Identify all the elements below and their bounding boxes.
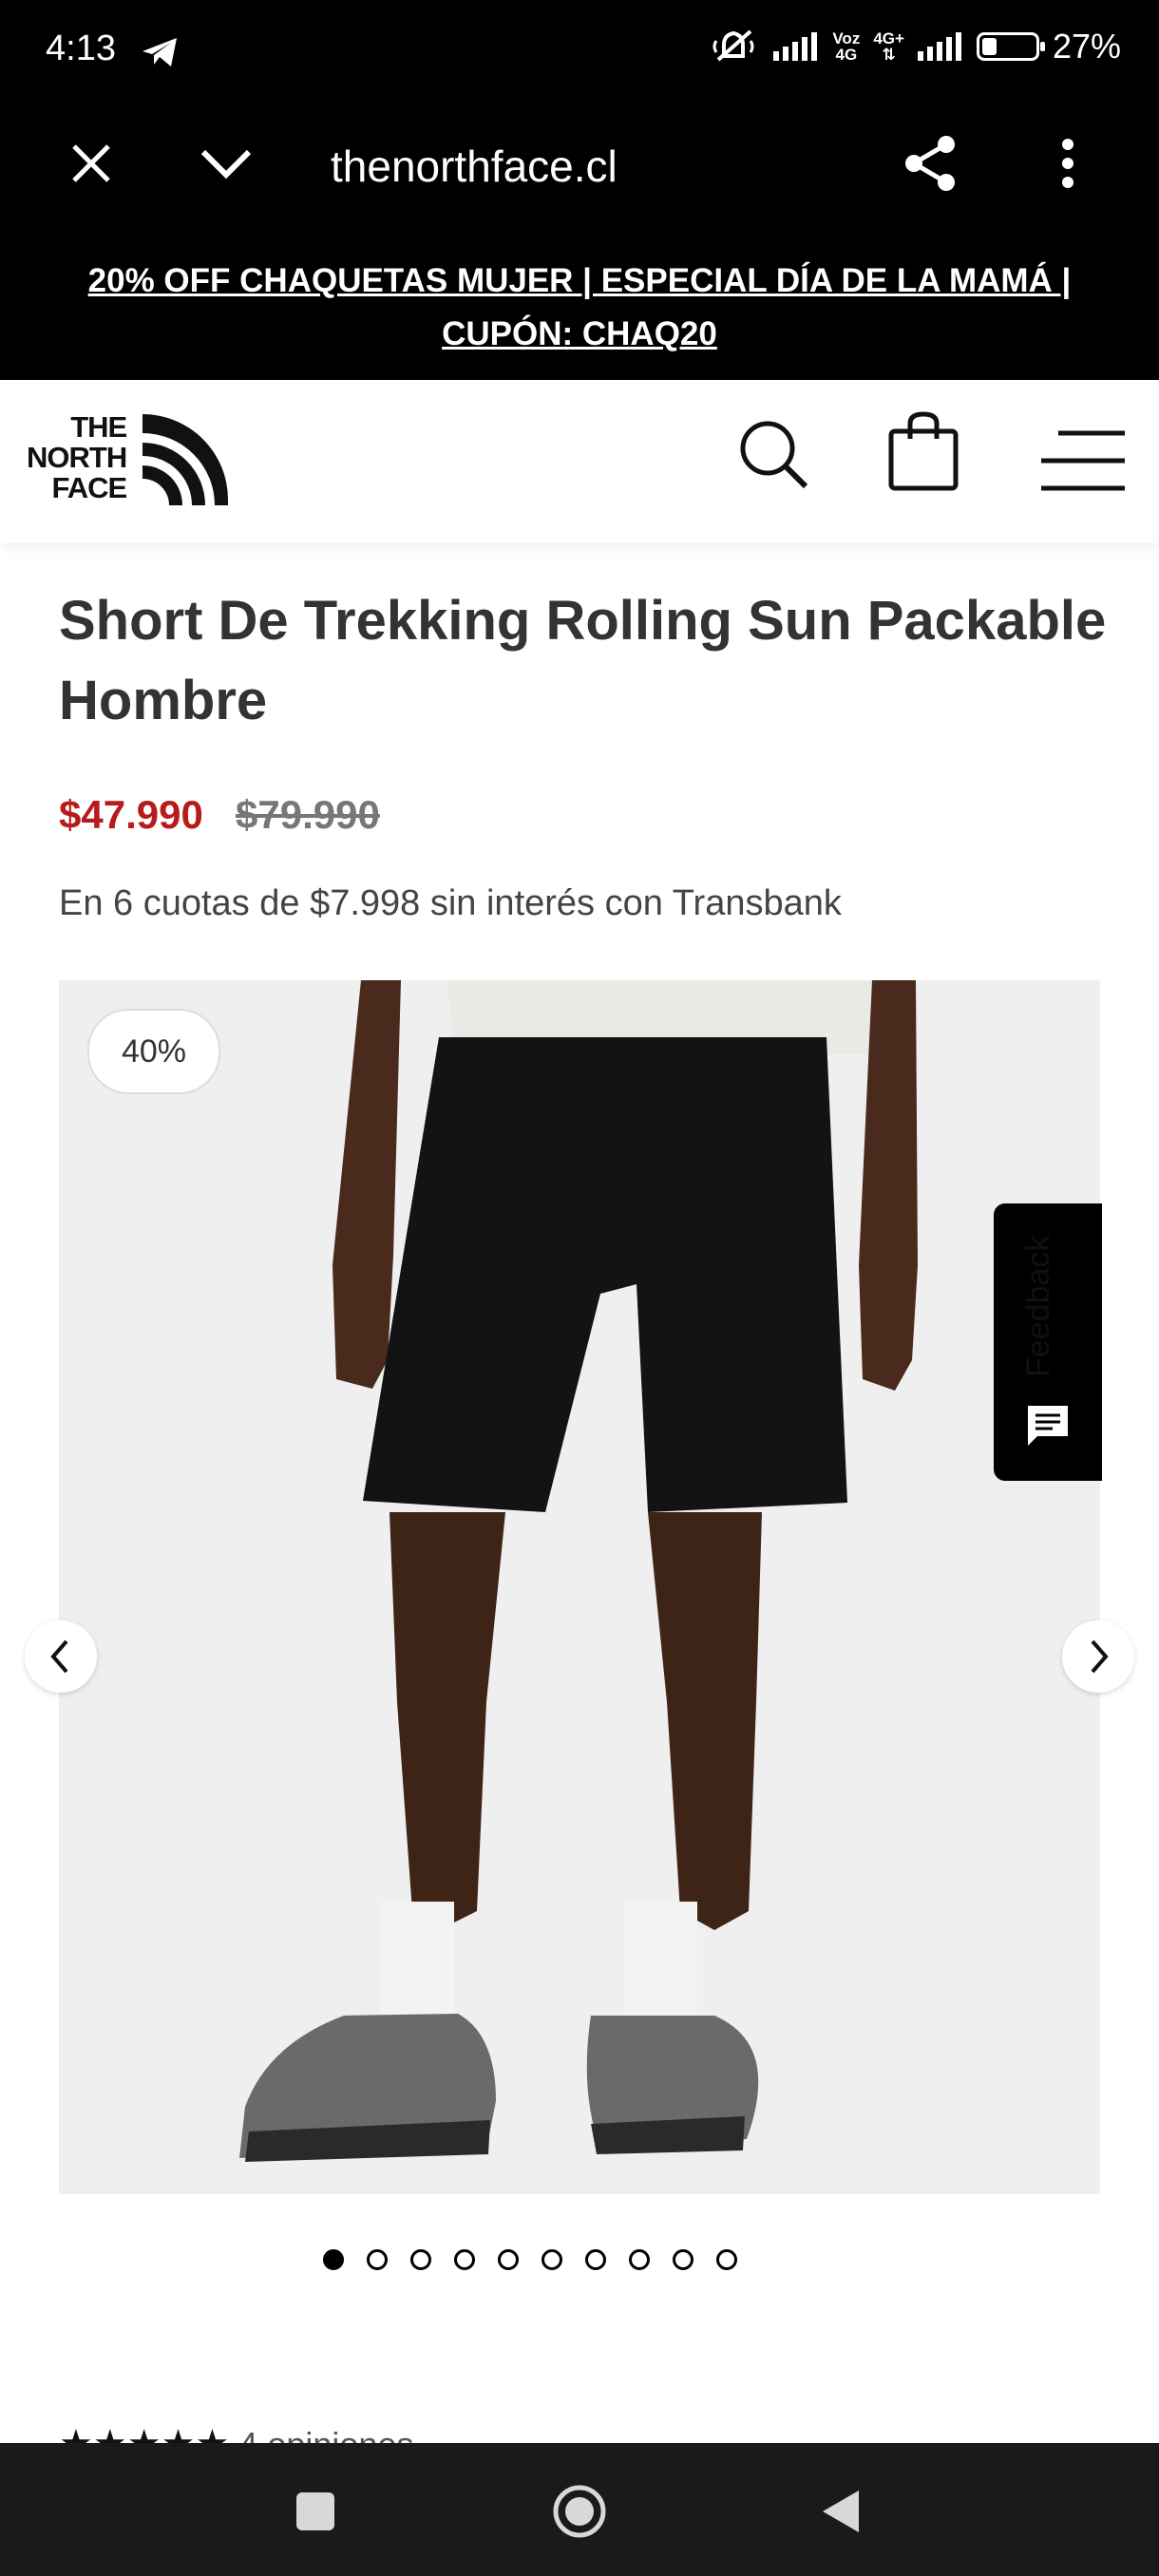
status-time: 4:13 (46, 28, 116, 68)
signal-icon-2 (917, 32, 961, 61)
pagination-dot[interactable] (585, 2249, 606, 2270)
discount-badge: 40% (87, 1009, 220, 1094)
status-icons: Voz 4G 4G+ ⇅ 27% (712, 27, 1121, 66)
pagination-dot[interactable] (629, 2249, 650, 2270)
chat-icon[interactable] (1026, 1404, 1070, 1448)
more-options-icon[interactable] (1056, 137, 1079, 190)
shopping-bag-icon[interactable] (887, 410, 960, 492)
rating-summary[interactable]: ★★★★★ 4 opiniones (59, 2422, 413, 2443)
brand-logo[interactable]: THE NORTH FACE (27, 412, 127, 503)
reviews-count: 4 opiniones (238, 2425, 413, 2443)
original-price: $79.990 (236, 792, 380, 837)
product-image[interactable] (59, 980, 1100, 2194)
gallery-prev-button[interactable] (25, 1620, 97, 1693)
product-photo-illustration (59, 980, 1100, 2194)
sale-price: $47.990 (59, 792, 203, 837)
pagination-dot[interactable] (542, 2249, 562, 2270)
gallery-pagination (323, 2249, 737, 2270)
mute-vibrate-icon (712, 29, 754, 62)
volte-label: Voz 4G (832, 29, 861, 64)
feedback-label[interactable]: Feedback (1020, 1236, 1057, 1377)
back-button-icon[interactable] (819, 2489, 861, 2534)
hamburger-menu-icon[interactable] (1039, 429, 1125, 492)
search-icon[interactable] (737, 418, 809, 490)
logo-half-dome-icon (142, 414, 228, 505)
battery-percent: 27% (1052, 27, 1121, 66)
pagination-dot[interactable] (323, 2249, 344, 2270)
home-button-icon[interactable] (551, 2483, 608, 2540)
recents-button-icon[interactable] (294, 2491, 336, 2532)
pagination-dot[interactable] (367, 2249, 388, 2270)
promo-banner[interactable]: 20% OFF CHAQUETAS MUJER | ESPECIAL DÍA D… (0, 245, 1159, 380)
url-bar[interactable]: thenorthface.cl (331, 141, 618, 192)
promo-line-2[interactable]: CUPÓN: CHAQ20 (0, 315, 1159, 353)
battery-icon (976, 32, 1045, 61)
pagination-dot[interactable] (498, 2249, 519, 2270)
chevron-right-icon (1091, 1639, 1109, 1674)
rating-stars: ★★★★★ (59, 2423, 229, 2443)
pagination-dot[interactable] (410, 2249, 431, 2270)
product-title: Short De Trekking Rolling Sun Packable H… (59, 590, 1107, 731)
pagination-dot[interactable] (454, 2249, 475, 2270)
status-bar: 4:13 Voz 4G 4G+ ⇅ 27% (0, 0, 1159, 106)
chevron-down-icon[interactable] (200, 148, 253, 180)
pagination-dot[interactable] (716, 2249, 737, 2270)
installments-info: En 6 cuotas de $7.998 sin interés con Tr… (59, 883, 842, 923)
network-type-label: 4G+ ⇅ (873, 29, 904, 64)
close-icon[interactable] (68, 141, 114, 186)
gallery-next-button[interactable] (1062, 1620, 1134, 1693)
promo-line-1[interactable]: 20% OFF CHAQUETAS MUJER | ESPECIAL DÍA D… (0, 262, 1159, 300)
pagination-dot[interactable] (673, 2249, 694, 2270)
telegram-icon (142, 38, 177, 66)
system-navigation-bar (0, 2443, 1159, 2576)
signal-icon (773, 32, 818, 61)
chevron-left-icon (50, 1639, 68, 1674)
share-icon[interactable] (902, 135, 960, 192)
